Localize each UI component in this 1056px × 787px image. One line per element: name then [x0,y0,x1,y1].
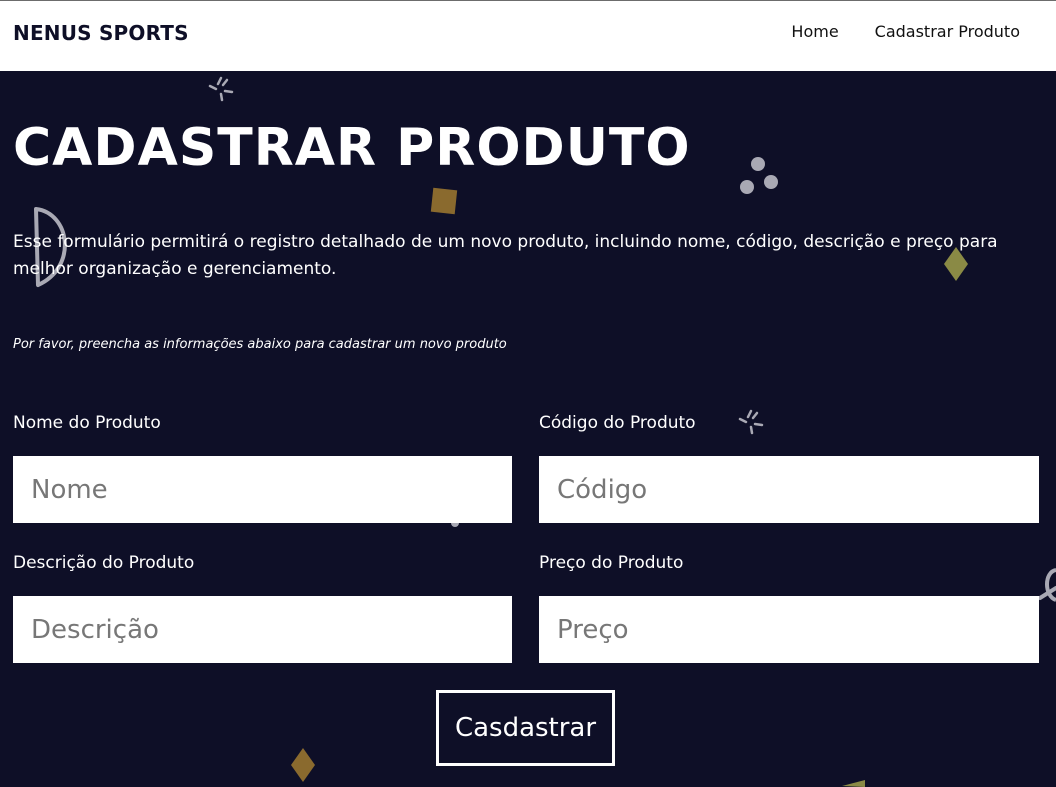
product-description-input[interactable] [13,596,512,663]
form-hint: Por favor, preencha as informações abaix… [13,337,507,352]
sparkle-decoration [738,409,764,435]
triangle-decoration [842,780,865,787]
main-nav: Home Cadastrar Produto [791,22,1020,41]
product-name-label: Nome do Produto [13,413,161,433]
dots-decoration [740,157,778,194]
product-price-label: Preço do Produto [539,553,684,573]
nav-link-home[interactable]: Home [791,22,838,41]
square-decoration [430,187,458,215]
top-navbar: NENUS SPORTS Home Cadastrar Produto [0,0,1056,71]
diamond-decoration [291,748,315,782]
product-description-label: Descrição do Produto [13,553,195,573]
product-code-label: Código do Produto [539,413,696,433]
product-name-input[interactable] [13,456,512,523]
product-code-input[interactable] [539,456,1039,523]
nav-link-cadastrar-produto[interactable]: Cadastrar Produto [875,22,1020,41]
page-title: CADASTRAR PRODUTO [13,118,691,178]
sparkle-decoration [208,76,234,102]
intro-text: Esse formulário permitirá o registro det… [13,232,998,279]
brand-logo[interactable]: NENUS SPORTS [13,21,189,45]
product-price-input[interactable] [539,596,1039,663]
submit-button[interactable]: Casdastrar [436,690,615,766]
